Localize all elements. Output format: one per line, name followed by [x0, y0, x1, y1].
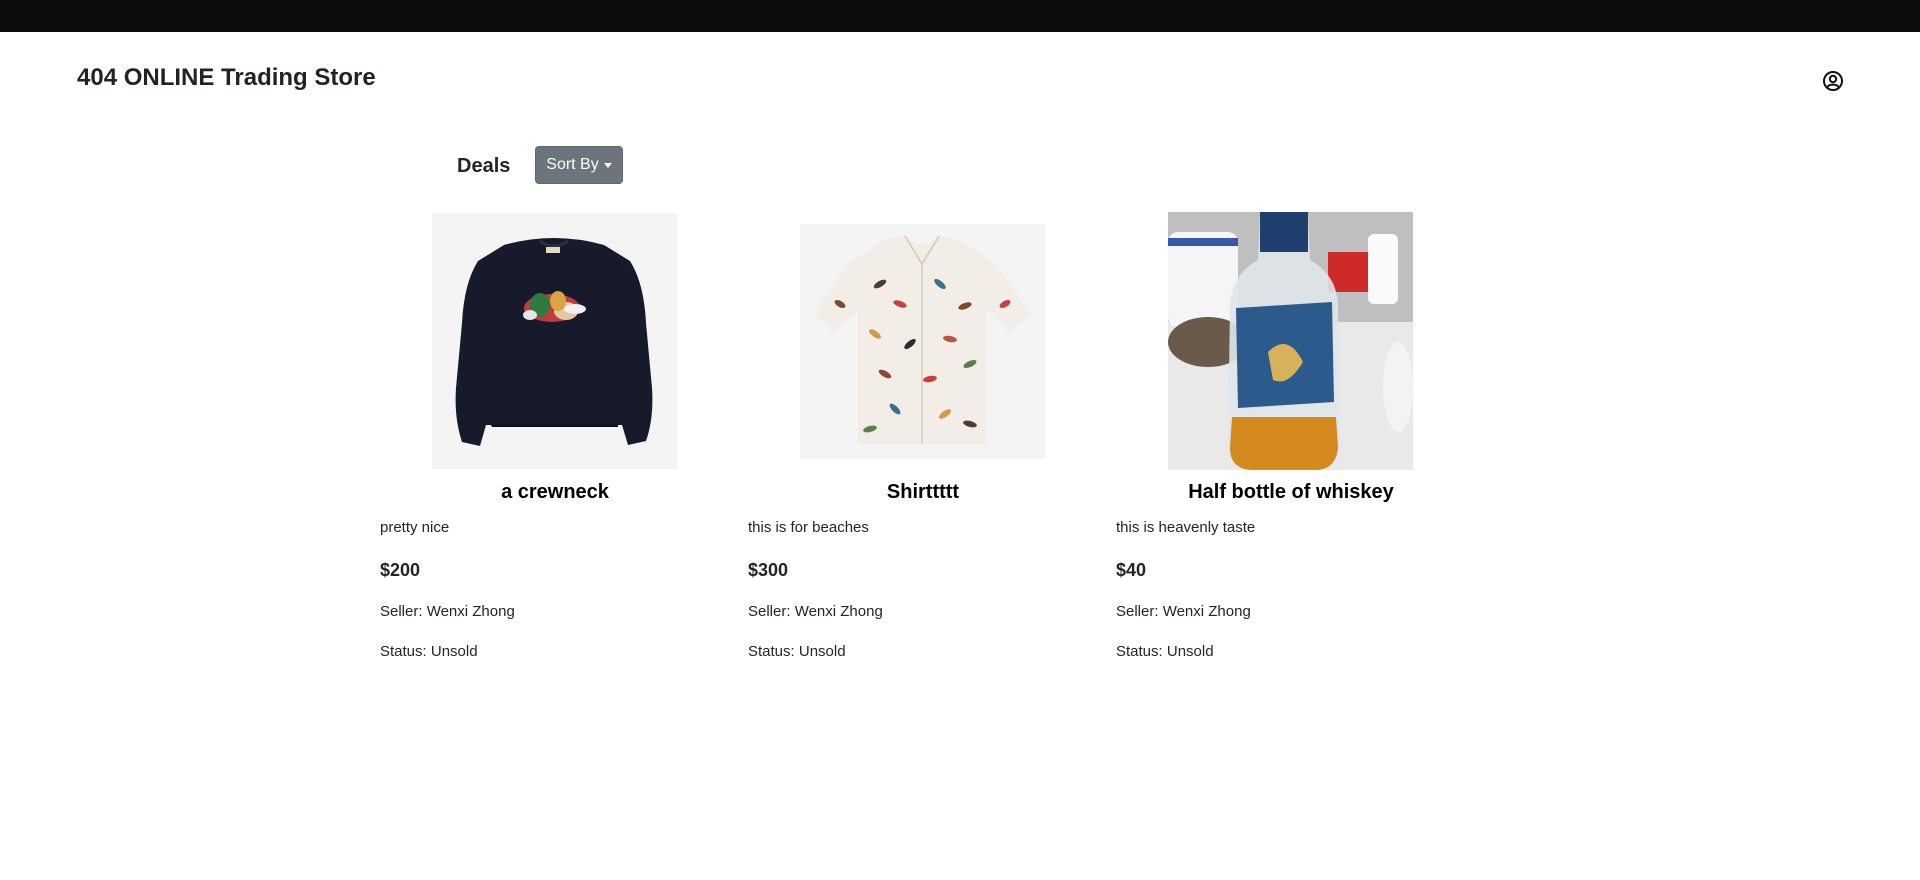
crewneck-image[interactable]: [432, 213, 677, 469]
product-price: $300: [748, 560, 789, 580]
product-name[interactable]: Half bottle of whiskey: [1116, 481, 1466, 504]
sort-by-button[interactable]: Sort By: [535, 146, 623, 184]
product-status: Status: Unsold: [1116, 643, 1214, 660]
deals-heading: Deals: [457, 155, 511, 177]
sort-by-label: Sort By: [546, 156, 599, 173]
product-description: pretty nice: [380, 519, 450, 536]
product-name[interactable]: Shirttttt: [748, 481, 1098, 504]
seller-name: Wenxi Zhong: [426, 603, 515, 620]
seller-name: Wenxi Zhong: [794, 603, 883, 620]
product-price: $200: [380, 560, 421, 580]
whiskey-bottle-image[interactable]: [1168, 212, 1413, 470]
product-status: Status: Unsold: [748, 643, 846, 660]
product-card[interactable]: Shirttttt this is for beaches $300 Selle…: [748, 210, 1088, 670]
product-seller: Seller: Wenxi Zhong: [380, 603, 515, 620]
product-card[interactable]: a crewneck pretty nice $200 Seller: Wenx…: [380, 210, 720, 670]
caret-down-icon: [603, 162, 612, 168]
seller-label: Seller:: [1116, 603, 1163, 620]
shirt-image[interactable]: [800, 224, 1045, 459]
product-card[interactable]: Half bottle of whiskey this is heavenly …: [1116, 210, 1456, 670]
status-value: Unsold: [798, 643, 846, 660]
product-seller: Seller: Wenxi Zhong: [748, 603, 883, 620]
status-label: Status:: [380, 643, 431, 660]
product-price: $40: [1116, 560, 1147, 580]
product-description: this is for beaches: [748, 519, 869, 536]
account-button[interactable]: [1820, 68, 1846, 94]
top-bar: [0, 0, 1920, 32]
status-label: Status:: [1116, 643, 1167, 660]
status-value: Unsold: [430, 643, 478, 660]
product-description: this is heavenly taste: [1116, 519, 1256, 536]
seller-label: Seller:: [380, 603, 427, 620]
product-name[interactable]: a crewneck: [380, 481, 730, 504]
seller-name: Wenxi Zhong: [1162, 603, 1251, 620]
status-label: Status:: [748, 643, 799, 660]
product-seller: Seller: Wenxi Zhong: [1116, 603, 1251, 620]
user-circle-icon: [1823, 71, 1843, 91]
seller-label: Seller:: [748, 603, 795, 620]
store-brand[interactable]: 404 ONLINE Trading Store: [77, 64, 376, 92]
product-status: Status: Unsold: [380, 643, 478, 660]
status-value: Unsold: [1166, 643, 1214, 660]
